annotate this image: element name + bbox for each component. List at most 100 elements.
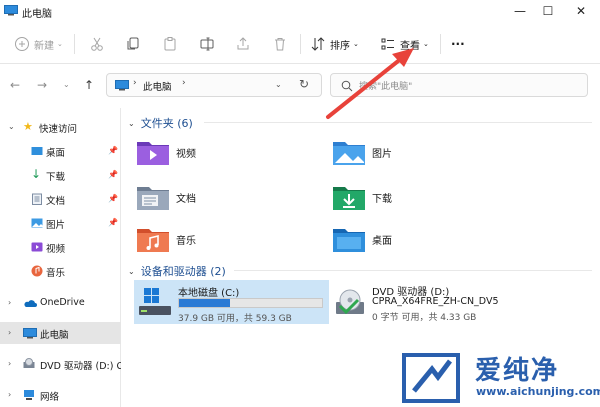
chevron-down-icon[interactable]: ⌄ — [128, 267, 135, 276]
folder-videos[interactable]: 视频 — [136, 135, 336, 169]
chevron-right-icon[interactable]: › — [182, 78, 186, 88]
chevron-right-icon[interactable]: › — [8, 390, 11, 399]
close-button[interactable]: ✕ — [566, 2, 596, 20]
breadcrumb[interactable]: 此电脑 — [143, 79, 172, 93]
up-arrow-icon[interactable]: ↑ — [84, 78, 94, 92]
folders-group-header[interactable]: ⌄ 文件夹 (6) — [128, 115, 193, 131]
delete-icon[interactable] — [272, 36, 288, 52]
sidebar-item-label: 网络 — [40, 392, 60, 403]
folder-downloads[interactable]: 下载 — [332, 180, 532, 214]
desktop-folder-icon — [333, 229, 365, 252]
drive-usage-text: 0 字节 可用，共 4.33 GB — [372, 313, 477, 323]
recent-chevron-icon[interactable]: ⌄ — [63, 80, 70, 89]
search-icon — [341, 80, 353, 92]
pin-icon[interactable]: 📌 — [108, 146, 118, 155]
toolbar-divider — [440, 34, 441, 54]
forward-arrow-icon[interactable]: → — [37, 78, 47, 92]
folders-group-title: 文件夹 (6) — [140, 117, 193, 130]
back-arrow-icon[interactable]: ← — [10, 78, 20, 92]
drives-group-title: 设备和驱动器 (2) — [140, 265, 226, 278]
sidebar-item-documents[interactable]: 文档 📌 — [0, 188, 121, 210]
chevron-down-icon: ⌄ — [353, 40, 359, 48]
drive-usage-fill — [179, 299, 231, 307]
folder-label: 图片 — [372, 148, 392, 160]
sidebar-item-music[interactable]: 音乐 — [0, 260, 121, 282]
new-button[interactable]: 新建 ⌄ — [14, 35, 63, 53]
sidebar-item-this-pc[interactable]: › 此电脑 — [0, 322, 121, 344]
folder-label: 桌面 — [372, 235, 392, 247]
dvd-drive-icon — [23, 358, 35, 368]
minimize-button[interactable]: — — [505, 2, 535, 20]
folder-music[interactable]: 音乐 — [136, 222, 336, 256]
sidebar-item-onedrive[interactable]: › OneDrive — [0, 292, 121, 314]
cut-icon[interactable] — [89, 36, 105, 52]
sort-label: 排序 — [330, 40, 350, 52]
pin-icon[interactable]: 📌 — [108, 218, 118, 227]
more-options-button[interactable]: ··· — [451, 35, 465, 53]
sidebar-item-label: 桌面 — [46, 148, 66, 159]
paste-icon[interactable] — [162, 36, 178, 52]
chevron-down-icon[interactable]: ⌄ — [8, 122, 15, 131]
chevron-down-icon[interactable]: ⌄ — [128, 119, 135, 128]
dvd-drive-icon — [336, 289, 364, 315]
search-input[interactable]: 搜索"此电脑" — [330, 73, 588, 97]
folder-label: 音乐 — [176, 235, 196, 247]
sidebar-item-dvd[interactable]: › DVD 驱动器 (D:) CI — [0, 353, 121, 375]
chevron-down-icon: ⌄ — [423, 40, 429, 48]
downloads-folder-icon — [333, 187, 365, 210]
chevron-down-icon: ⌄ — [57, 40, 63, 48]
documents-icon — [32, 193, 42, 205]
sidebar-item-quick-access[interactable]: ⌄ ★ 快速访问 — [0, 116, 121, 138]
desktop-icon — [31, 147, 43, 155]
search-placeholder: 搜索"此电脑" — [359, 82, 413, 92]
plus-circle-icon — [15, 37, 29, 51]
drive-d[interactable]: DVD 驱动器 (D:) CPRA_X64FRE_ZH-CN_DV5 0 字节 … — [330, 280, 530, 324]
address-box[interactable]: › 此电脑 › ⌄ ↻ — [106, 73, 322, 97]
sidebar-item-label: 此电脑 — [40, 330, 69, 341]
sidebar-item-label: 音乐 — [46, 268, 66, 279]
videos-folder-icon — [137, 142, 169, 165]
drive-usage-bar — [178, 298, 323, 308]
drive-c[interactable]: 本地磁盘 (C:) 37.9 GB 可用，共 59.3 GB — [134, 280, 329, 324]
share-icon[interactable] — [235, 36, 251, 52]
cloud-icon — [24, 300, 37, 307]
pictures-folder-icon — [333, 142, 365, 165]
music-icon — [31, 265, 43, 277]
star-icon: ★ — [23, 120, 33, 133]
music-folder-icon — [137, 229, 169, 252]
folder-label: 文档 — [176, 193, 196, 205]
view-label: 查看 — [400, 40, 420, 52]
sidebar-item-videos[interactable]: 视频 — [0, 236, 121, 258]
toolbar-divider — [300, 34, 301, 54]
sidebar-item-network[interactable]: › 网络 — [0, 384, 121, 406]
copy-icon[interactable] — [125, 36, 141, 52]
refresh-icon[interactable]: ↻ — [299, 77, 309, 91]
watermark-text: 爱纯净 — [475, 356, 560, 386]
pictures-icon — [31, 218, 43, 228]
drives-group-header[interactable]: ⌄ 设备和驱动器 (2) — [128, 263, 226, 279]
sidebar-item-desktop[interactable]: 桌面 📌 — [0, 140, 121, 162]
sidebar-item-downloads[interactable]: ↓ 下载 📌 — [0, 164, 121, 186]
computer-icon — [23, 328, 37, 339]
chevron-right-icon[interactable]: › — [8, 298, 11, 307]
folder-pictures[interactable]: 图片 — [332, 135, 532, 169]
address-dropdown-icon[interactable]: ⌄ — [275, 80, 282, 89]
sidebar-item-label: OneDrive — [40, 297, 85, 308]
rename-icon[interactable] — [199, 36, 215, 52]
computer-icon — [4, 5, 18, 16]
folder-desktop[interactable]: 桌面 — [332, 222, 532, 256]
command-bar: 新建 ⌄ 排序 ⌄ 查看 ⌄ ··· — [0, 24, 600, 64]
folder-label: 下载 — [372, 193, 392, 205]
pin-icon[interactable]: 📌 — [108, 170, 118, 179]
sort-button[interactable]: 排序 ⌄ — [310, 35, 359, 53]
view-button[interactable]: 查看 ⌄ — [380, 35, 429, 53]
folder-documents[interactable]: 文档 — [136, 180, 336, 214]
chevron-right-icon[interactable]: › — [8, 359, 11, 368]
pin-icon[interactable]: 📌 — [108, 194, 118, 203]
chevron-right-icon[interactable]: › — [8, 328, 11, 337]
sidebar-item-label: 快速访问 — [39, 124, 78, 135]
sidebar-item-pictures[interactable]: 图片 📌 — [0, 212, 121, 234]
watermark-url: www.aichunjing.com — [476, 385, 600, 398]
maximize-button[interactable]: ☐ — [533, 2, 563, 20]
documents-folder-icon — [137, 187, 169, 210]
